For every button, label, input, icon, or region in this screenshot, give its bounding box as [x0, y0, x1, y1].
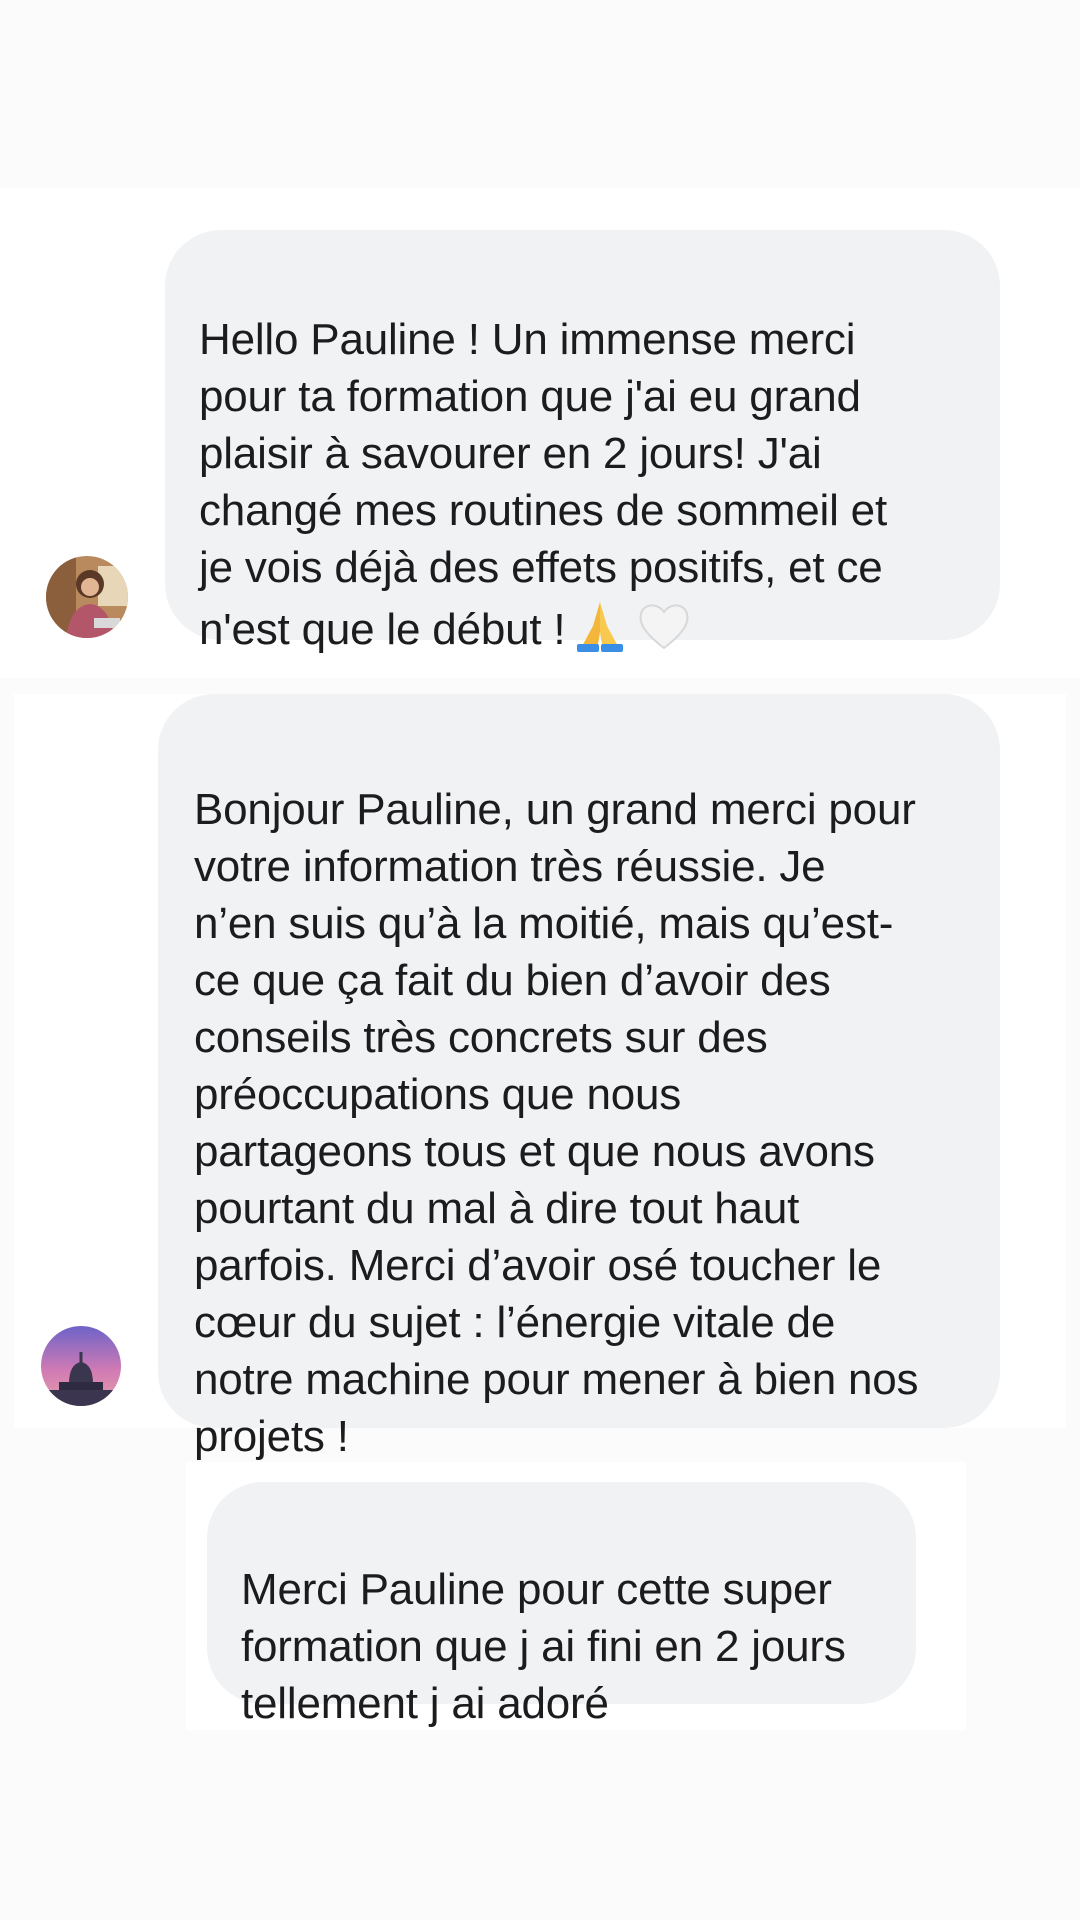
- message-text-1: Hello Pauline ! Un immense merci pour ta…: [199, 315, 887, 654]
- message-bubble-1: Hello Pauline ! Un immense merci pour ta…: [165, 230, 1000, 654]
- sender-avatar-2[interactable]: [41, 1326, 121, 1406]
- white-heart-emoji: [635, 596, 693, 654]
- message-text-2: Bonjour Pauline, un grand merci pour vot…: [194, 785, 919, 1461]
- message-bubble-2: Bonjour Pauline, un grand merci pour vot…: [158, 694, 1000, 1461]
- folded-hands-emoji: [571, 596, 629, 654]
- message-bubble-3: Merci Pauline pour cette super formation…: [207, 1482, 916, 1728]
- sender-avatar-1[interactable]: [46, 556, 128, 638]
- message-text-3: Merci Pauline pour cette super formation…: [241, 1565, 846, 1728]
